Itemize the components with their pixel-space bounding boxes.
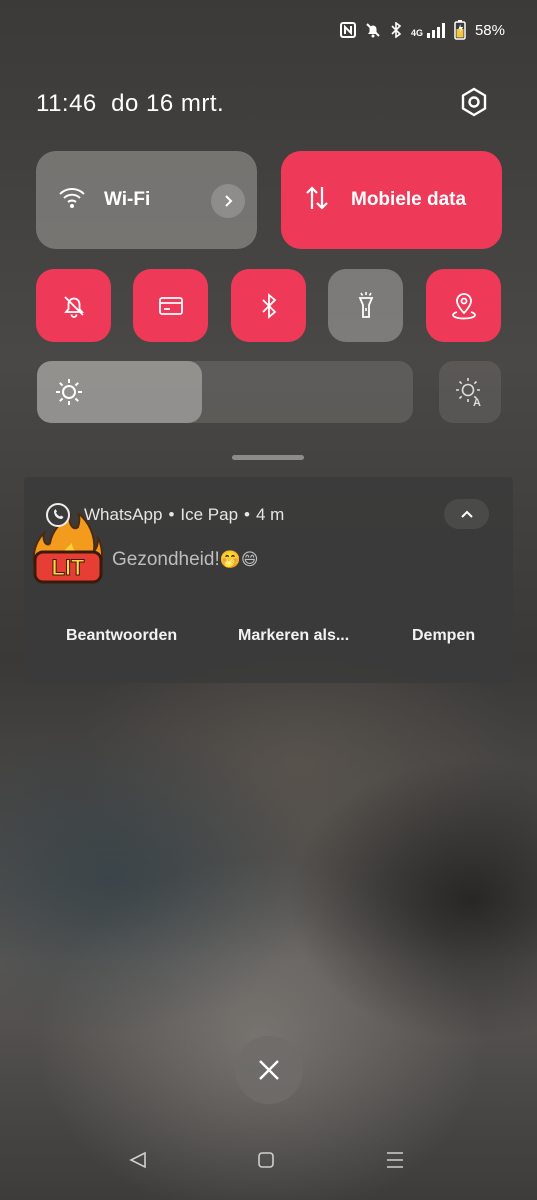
menu-lines-icon <box>387 1152 403 1168</box>
bluetooth-icon <box>390 22 402 38</box>
bluetooth-icon <box>261 292 276 319</box>
close-icon <box>259 1060 279 1080</box>
drag-handle[interactable] <box>232 455 304 460</box>
nfc-card-tile[interactable] <box>133 269 208 342</box>
auto-brightness-icon: A <box>456 378 481 407</box>
notification-age: 4 m <box>256 505 285 524</box>
brightness-slider[interactable] <box>37 361 413 423</box>
reply-button[interactable]: Beantwoorden <box>66 627 177 645</box>
svg-text:LIT: LIT <box>52 555 86 580</box>
auto-brightness-button[interactable]: A <box>439 361 501 423</box>
back-button[interactable] <box>121 1145 155 1175</box>
message-emoji: 🤭😄 <box>219 550 259 569</box>
datetime: 11:46 do 16 mrt. <box>36 90 224 118</box>
message-text: Gezondheid! <box>112 549 220 570</box>
collapse-button[interactable] <box>444 499 489 529</box>
back-triangle-icon <box>129 1151 146 1169</box>
bell-off-icon <box>365 22 381 38</box>
home-button[interactable] <box>249 1145 283 1175</box>
chevron-right-icon <box>225 195 233 207</box>
bluetooth-tile[interactable] <box>231 269 306 342</box>
dnd-tile[interactable] <box>36 269 111 342</box>
separator: • <box>244 505 250 524</box>
location-icon <box>451 292 476 319</box>
nfc-icon <box>339 22 356 38</box>
wifi-icon <box>58 187 86 214</box>
separator: • <box>168 505 175 524</box>
mute-button[interactable]: Dempen <box>412 627 475 645</box>
data-transfer-icon <box>305 185 329 216</box>
chevron-up-icon <box>460 510 473 518</box>
notification-header: WhatsApp • Ice Pap • 4 m <box>84 505 284 525</box>
navigation-bar <box>0 1145 537 1175</box>
wifi-details-button[interactable] <box>211 184 245 218</box>
notification-message: Gezondheid!🤭😄 <box>112 549 259 571</box>
wifi-label: Wi-Fi <box>104 189 151 210</box>
svg-text:A: A <box>473 397 481 407</box>
mobile-data-tile[interactable]: Mobiele data <box>281 151 502 249</box>
mobile-data-label: Mobiele data <box>351 189 467 210</box>
wifi-tile[interactable]: Wi-Fi <box>36 151 257 249</box>
battery-percent: 58% <box>474 21 505 39</box>
location-tile[interactable] <box>426 269 501 342</box>
flashlight-tile[interactable] <box>328 269 403 342</box>
clock-date: do 16 mrt. <box>111 90 225 117</box>
flashlight-icon <box>358 291 373 318</box>
clock-time: 11:46 <box>36 90 97 117</box>
battery-icon <box>454 20 466 40</box>
clear-all-button[interactable] <box>235 1036 303 1104</box>
sun-icon <box>55 378 83 411</box>
settings-button[interactable] <box>458 86 490 118</box>
signal-4g-icon: 4G <box>411 22 445 38</box>
notification-app-name: WhatsApp <box>84 505 163 524</box>
card-icon <box>158 296 183 315</box>
mark-as-read-button[interactable]: Markeren als... <box>238 627 349 645</box>
bell-off-icon <box>63 295 84 318</box>
notification-sender: Ice Pap <box>180 505 239 524</box>
home-square-icon <box>258 1152 274 1168</box>
whatsapp-notification[interactable]: LIT WhatsApp • Ice Pap • 4 m Gezondheid!🤭😄 B… <box>24 477 513 683</box>
gear-icon <box>461 87 487 117</box>
status-bar: 4G 58% <box>339 20 505 40</box>
recents-button[interactable] <box>378 1145 412 1175</box>
